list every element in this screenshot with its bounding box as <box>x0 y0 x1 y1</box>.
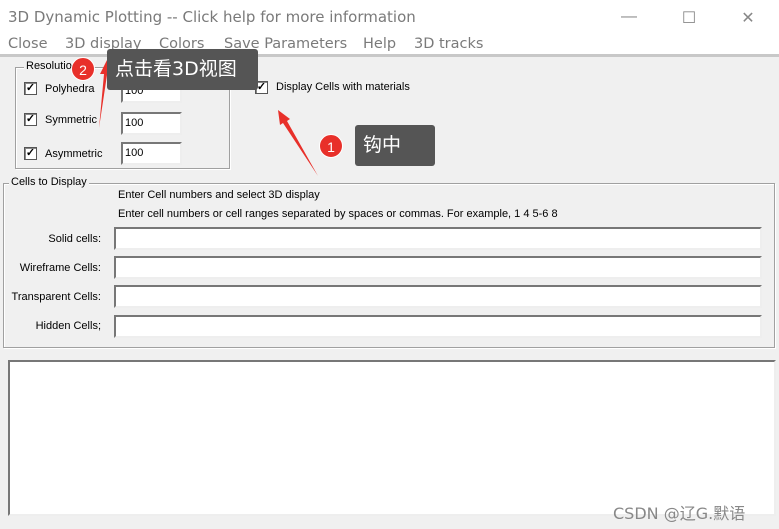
annotation-number-1: 1 <box>319 134 343 158</box>
watermark: CSDN @辽G.默语 <box>613 504 746 523</box>
annotation-callout-1: 钩中 <box>355 125 435 166</box>
arrow-1 <box>278 110 318 176</box>
annotation-number-2: 2 <box>71 57 95 81</box>
annotation-callout-2: 点击看3D视图 <box>107 49 258 90</box>
